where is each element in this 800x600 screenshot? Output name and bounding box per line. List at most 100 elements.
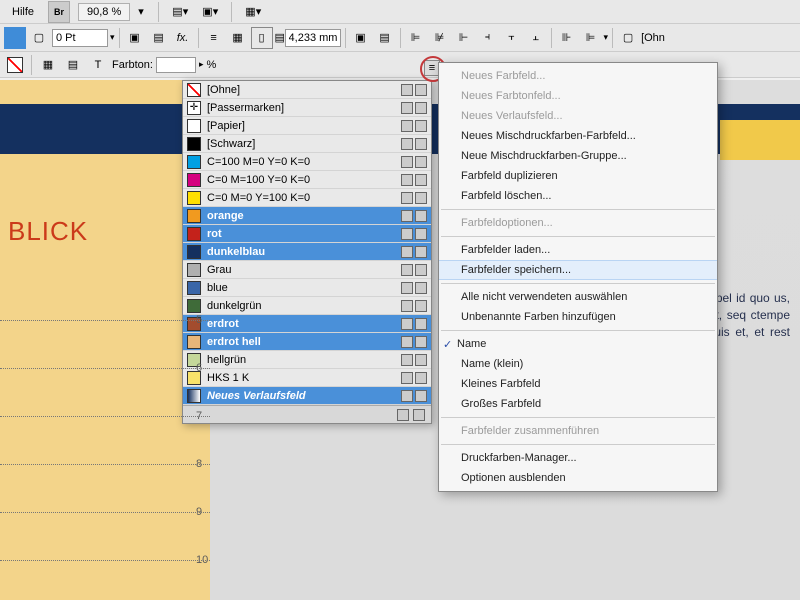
columns-icon[interactable]: ▯ [251, 27, 273, 49]
swatch-name: [Ohne] [207, 84, 395, 96]
zoom-display[interactable]: 90,8 % [78, 3, 130, 21]
text-wrap-icon[interactable]: ▦ [227, 27, 249, 49]
colormode-icon [401, 336, 413, 348]
swatch-row[interactable]: hellgrün [183, 351, 431, 369]
divider [119, 28, 120, 48]
align-icon[interactable]: ⫠ [525, 27, 547, 49]
menu-item[interactable]: Neues Mischdruckfarben-Farbfeld... [439, 126, 717, 146]
colormode-icon [401, 246, 413, 258]
divider [400, 28, 401, 48]
swatch-row[interactable]: Grau [183, 261, 431, 279]
swatch-row[interactable]: [Schwarz] [183, 135, 431, 153]
menu-item[interactable]: Optionen ausblenden [439, 468, 717, 488]
menu-item[interactable]: ✓Name [439, 334, 717, 354]
swatch-row[interactable]: ✛[Passermarken] [183, 99, 431, 117]
swatch-row[interactable]: erdrot [183, 315, 431, 333]
swatch-chip-icon [187, 389, 201, 403]
swatch-row[interactable]: orange [183, 207, 431, 225]
colormode-icon [401, 300, 413, 312]
swatch-row[interactable]: [Ohne] [183, 81, 431, 99]
menu-item[interactable]: Alle nicht verwendeten auswählen [439, 287, 717, 307]
stroke-swatch-icon[interactable]: ▢ [28, 27, 50, 49]
tint-input[interactable] [156, 57, 196, 73]
swatch-row[interactable]: C=100 M=0 Y=0 K=0 [183, 153, 431, 171]
icon[interactable]: ▤ [62, 54, 84, 76]
paragraph-icon[interactable]: ≡ [203, 27, 225, 49]
menu-item[interactable]: Druckfarben-Manager... [439, 448, 717, 468]
align-icon[interactable]: ⊫ [405, 27, 427, 49]
menu-item-label: Name [457, 338, 486, 350]
align-icon[interactable]: ⫞ [477, 27, 499, 49]
icon[interactable]: ▤ [374, 27, 396, 49]
swatch-row[interactable]: C=0 M=100 Y=0 K=0 [183, 171, 431, 189]
swatch-row[interactable]: rot [183, 225, 431, 243]
menu-item[interactable]: Farbfelder laden... [439, 240, 717, 260]
menu-item-label: Großes Farbfeld [461, 398, 541, 410]
menu-item-label: Unbenannte Farben hinzufügen [461, 311, 616, 323]
colortype-icon [415, 210, 427, 222]
menu-item[interactable]: Farbfeld löschen... [439, 186, 717, 206]
control-bar: ▢ ▾ ▣ ▤ fx. ≡ ▦ ▯ ▤ ▣ ▤ ⊫ ⊯ ⊩ ⫞ ⫟ ⫠ ⊪ ⊫ … [0, 24, 800, 52]
menu-separator [441, 444, 715, 445]
swatch-row[interactable]: erdrot hell [183, 333, 431, 351]
swatch-row[interactable]: dunkelgrün [183, 297, 431, 315]
stroke-weight-input[interactable] [52, 29, 108, 47]
swatch-meta [401, 210, 427, 222]
distribute-icon[interactable]: ⊫ [580, 27, 602, 49]
fill-swatch-icon[interactable] [4, 27, 26, 49]
swatch-row[interactable]: C=0 M=0 Y=100 K=0 [183, 189, 431, 207]
icon[interactable]: ▣ [124, 27, 146, 49]
swatch-name: blue [207, 282, 395, 294]
colortype-icon [415, 336, 427, 348]
swatch-row[interactable]: blue [183, 279, 431, 297]
swatch-name: C=100 M=0 Y=0 K=0 [207, 156, 395, 168]
swatch-name: HKS 1 K [207, 372, 395, 384]
icon[interactable]: ▣ [350, 27, 372, 49]
arrange-icon[interactable]: ▦▾ [242, 1, 264, 23]
menu-item[interactable]: Neue Mischdruckfarben-Gruppe... [439, 146, 717, 166]
gutter-input[interactable] [285, 29, 341, 47]
menu-item[interactable]: Name (klein) [439, 354, 717, 374]
menu-item: Neues Farbfeld... [439, 66, 717, 86]
menu-item[interactable]: Farbfeld duplizieren [439, 166, 717, 186]
delete-swatch-icon[interactable] [413, 409, 425, 421]
swatch-meta [401, 390, 427, 402]
menu-help[interactable]: Hilfe [6, 4, 40, 20]
colormode-icon [401, 174, 413, 186]
align-icon[interactable]: ⫟ [501, 27, 523, 49]
fx-icon[interactable]: fx. [172, 27, 194, 49]
swatch-row[interactable]: Neues Verlaufsfeld [183, 387, 431, 405]
guide-line [0, 560, 210, 561]
screen-mode-icon[interactable]: ▣▾ [199, 1, 221, 23]
menu-item-label: Farbfeldoptionen... [461, 217, 553, 229]
menu-item[interactable]: Kleines Farbfeld [439, 374, 717, 394]
menu-item[interactable]: Unbenannte Farben hinzufügen [439, 307, 717, 327]
frame-icon[interactable]: ▢ [617, 27, 639, 49]
align-icon[interactable]: ⊯ [429, 27, 451, 49]
menu-item-label: Farbfeld löschen... [461, 190, 552, 202]
swatch-row[interactable]: HKS 1 K [183, 369, 431, 387]
menu-item[interactable]: Großes Farbfeld [439, 394, 717, 414]
icon[interactable]: ▤ [148, 27, 170, 49]
swatch-chip-icon [187, 119, 201, 133]
type-icon[interactable]: T [87, 54, 109, 76]
swatch-chip-icon [187, 281, 201, 295]
icon[interactable]: ▦ [37, 54, 59, 76]
swatches-flyout-menu: Neues Farbfeld...Neues Farbtonfeld... Neu… [438, 62, 718, 492]
menu-item: Neues Farbtonfeld... [439, 86, 717, 106]
align-icon[interactable]: ⊩ [453, 27, 475, 49]
distribute-icon[interactable]: ⊪ [556, 27, 578, 49]
swatch-row[interactable]: dunkelblau [183, 243, 431, 261]
swatch-meta [401, 192, 427, 204]
menu-item-label: Neue Mischdruckfarben-Gruppe... [461, 150, 627, 162]
swatch-name: [Passermarken] [207, 102, 395, 114]
none-fill-icon[interactable] [4, 54, 26, 76]
view-mode-icon[interactable]: ▤▾ [169, 1, 191, 23]
new-swatch-icon[interactable] [397, 409, 409, 421]
swatch-row[interactable]: [Papier] [183, 117, 431, 135]
menu-item[interactable]: Farbfelder speichern... [439, 260, 717, 280]
bridge-icon[interactable]: Br [48, 1, 70, 23]
colortype-icon [415, 192, 427, 204]
menu-item-label: Druckfarben-Manager... [461, 452, 577, 464]
tint-unit: % [207, 59, 217, 71]
